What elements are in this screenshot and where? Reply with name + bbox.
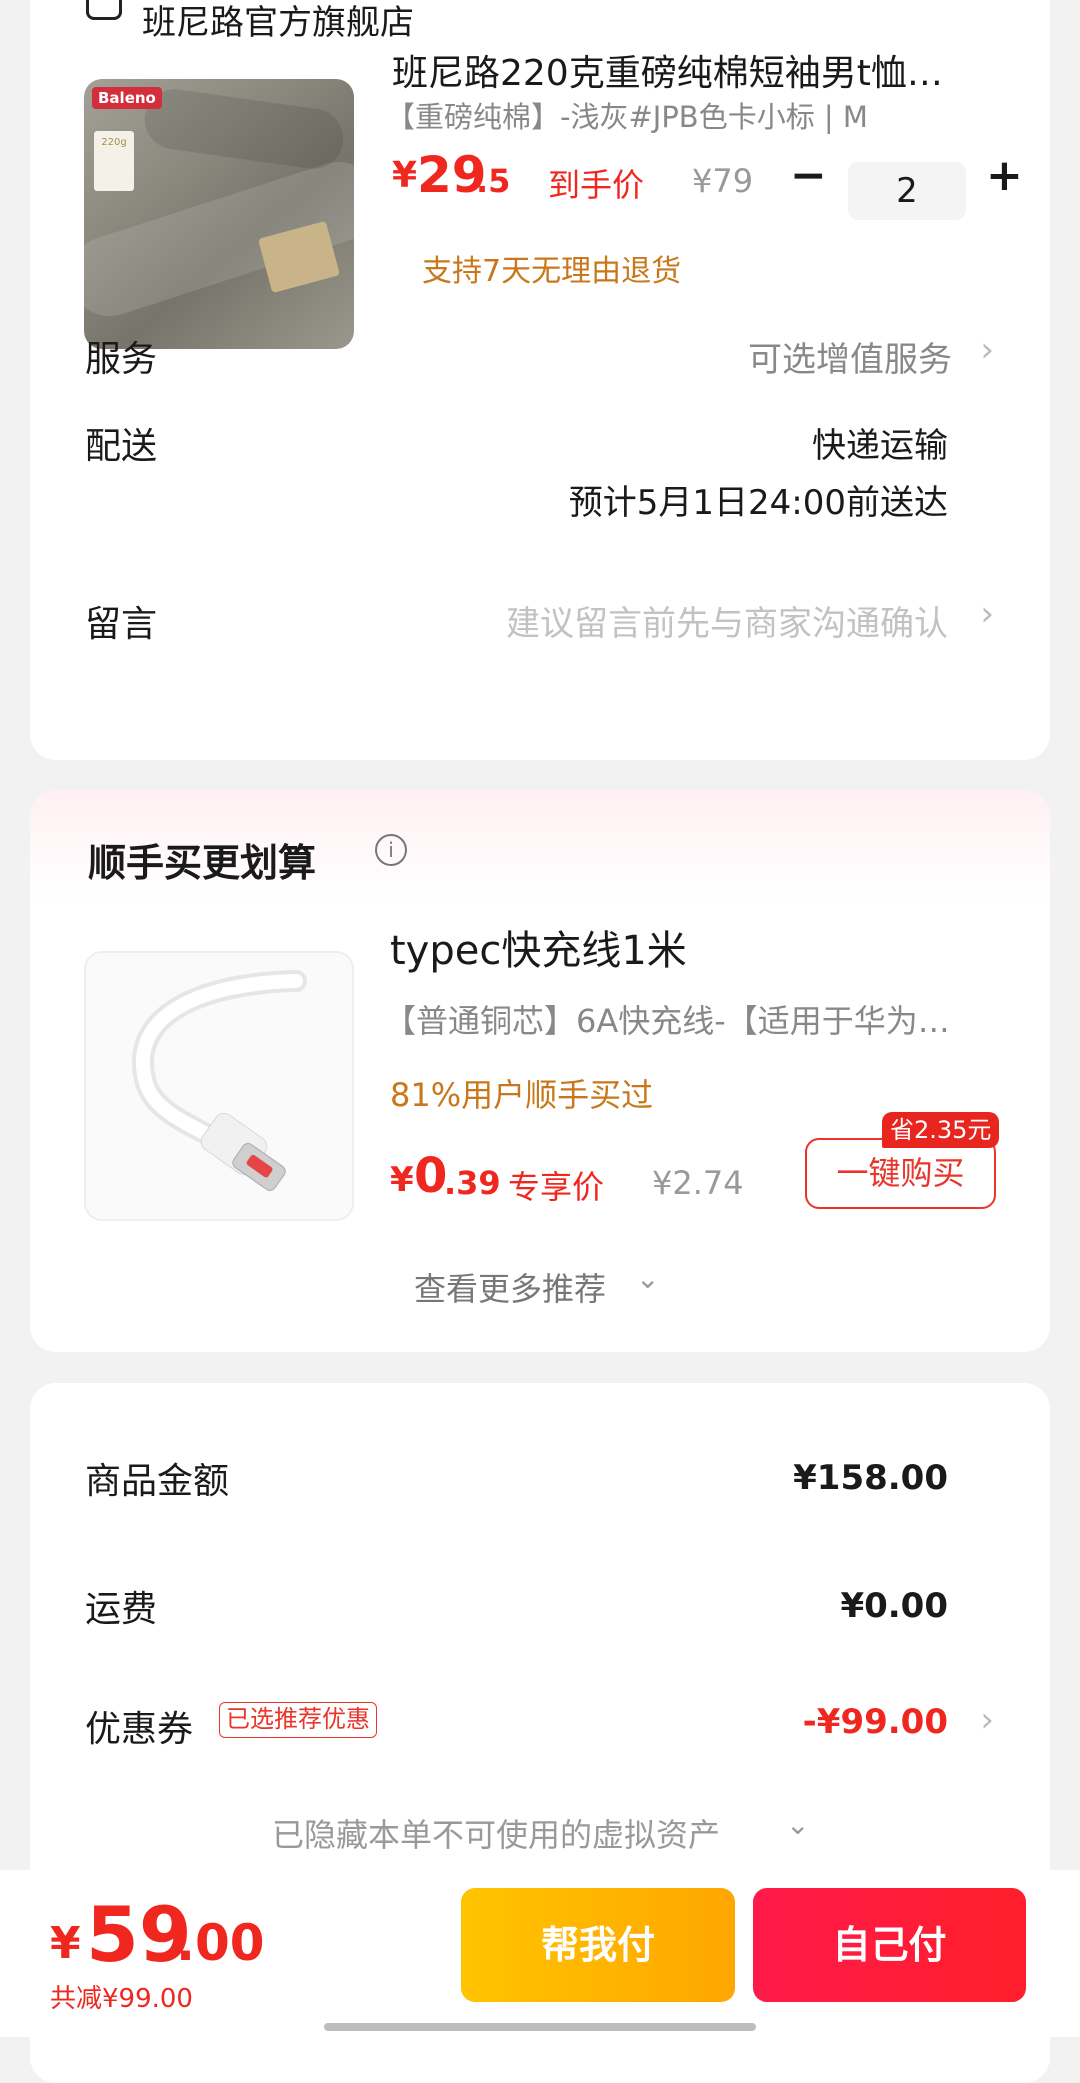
- brand-logo: Baleno: [92, 87, 162, 109]
- product-sku[interactable]: 【重磅纯棉】-浅灰#JPB色卡小标 | M: [386, 94, 868, 136]
- upsell-price-integer: 0: [414, 1148, 448, 1204]
- total-symbol: ¥: [50, 1918, 81, 1969]
- upsell-item-title[interactable]: typec快充线1米: [390, 918, 687, 976]
- price-decimal: .5: [476, 162, 511, 200]
- delivery-label: 配送: [85, 426, 158, 467]
- upsell-heading: 顺手买更划算: [88, 841, 317, 885]
- upsell-price-symbol: ¥: [390, 1160, 414, 1200]
- total-decimal: .00: [176, 1914, 265, 1972]
- goods-amount-value: ¥158.00: [793, 1458, 948, 1498]
- pay-myself-button[interactable]: 自己付: [753, 1888, 1026, 2002]
- chevron-right-icon[interactable]: ›: [980, 330, 994, 370]
- chevron-right-icon[interactable]: ›: [980, 594, 994, 634]
- service-label: 服务: [85, 339, 158, 380]
- chevron-down-icon[interactable]: ⌄: [786, 1808, 809, 1841]
- shipping-value: ¥0.00: [840, 1586, 948, 1626]
- upsell-social-proof: 81%用户顺手买过: [390, 1076, 654, 1114]
- order-item-card: 班尼路官方旗舰店 Baleno 220g 班尼路220克重磅纯棉短袖男t恤… 【…: [30, 0, 1050, 760]
- goods-amount-label: 商品金额: [85, 1461, 230, 1502]
- service-value[interactable]: 可选增值服务: [748, 332, 952, 381]
- upsell-product-image[interactable]: [84, 951, 354, 1221]
- help-me-pay-button[interactable]: 帮我付: [461, 1888, 735, 2002]
- increase-qty-button[interactable]: +: [986, 150, 1023, 201]
- upsell-price-decimal: .39: [444, 1164, 501, 1202]
- decrease-qty-button[interactable]: −: [790, 150, 827, 201]
- save-badge: 省2.35元: [882, 1112, 1000, 1148]
- shop-name[interactable]: 班尼路官方旗舰店: [142, 0, 414, 44]
- upsell-original-price: ¥2.74: [652, 1164, 744, 1202]
- shop-icon: [86, 0, 122, 20]
- upsell-price-label: 专享价: [508, 1168, 605, 1206]
- coupon-value[interactable]: -¥99.00: [803, 1702, 948, 1742]
- upsell-item-desc[interactable]: 【普通铜芯】6A快充线-【适用于华为…: [384, 996, 950, 1042]
- product-title[interactable]: 班尼路220克重磅纯棉短袖男t恤…: [392, 44, 943, 96]
- hidden-assets-note[interactable]: 已隐藏本单不可使用的虚拟资产: [272, 1810, 720, 1856]
- info-icon[interactable]: i: [375, 834, 407, 866]
- weight-tag: 220g: [94, 131, 134, 191]
- quantity-field[interactable]: 2: [848, 162, 966, 220]
- delivery-method: 快递运输: [812, 426, 948, 466]
- total-discount: 共减¥99.00: [50, 1984, 193, 2014]
- chevron-down-icon[interactable]: ⌄: [636, 1262, 659, 1295]
- delivery-eta: 预计5月1日24:00前送达: [568, 483, 948, 523]
- return-policy: 支持7天无理由退货: [422, 254, 682, 289]
- price-label: 到手价: [548, 166, 645, 204]
- product-image[interactable]: Baleno 220g: [84, 79, 354, 349]
- message-input[interactable]: 建议留言前先与商家沟通确认: [506, 596, 948, 645]
- chevron-right-icon[interactable]: ›: [980, 1700, 994, 1740]
- see-more-recommendations[interactable]: 查看更多推荐: [414, 1264, 606, 1310]
- price-symbol: ¥: [392, 155, 418, 196]
- coupon-recommended-tag: 已选推荐优惠: [219, 1702, 377, 1738]
- coupon-label: 优惠券: [85, 1709, 194, 1750]
- home-indicator[interactable]: [324, 2023, 756, 2031]
- original-price: ¥79: [692, 162, 754, 200]
- shipping-label: 运费: [85, 1589, 158, 1630]
- one-click-buy-button[interactable]: 一键购买: [805, 1138, 996, 1209]
- message-label: 留言: [85, 604, 158, 645]
